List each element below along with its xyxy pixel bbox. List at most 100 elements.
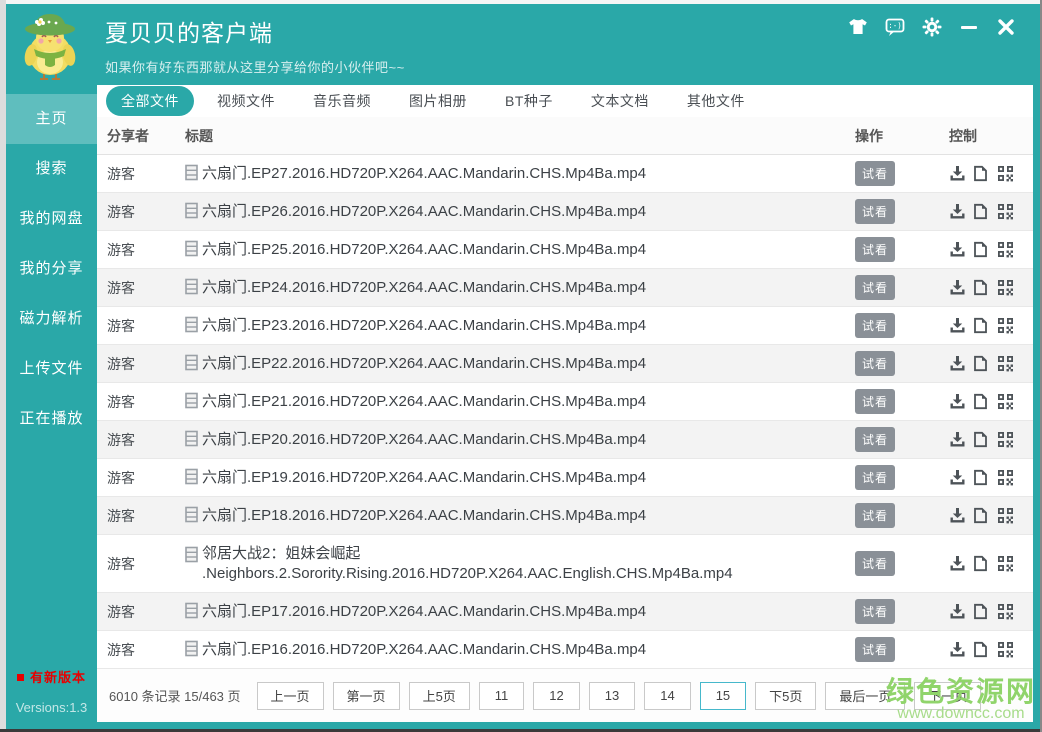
copy-icon[interactable] <box>973 641 990 658</box>
preview-button[interactable]: 试看 <box>855 599 896 624</box>
minimize-icon[interactable] <box>959 17 979 37</box>
tab-0[interactable]: 全部文件 <box>106 86 194 116</box>
download-icon[interactable] <box>949 241 966 258</box>
preview-button[interactable]: 试看 <box>855 351 896 376</box>
qrcode-icon[interactable] <box>997 603 1014 620</box>
preview-button[interactable]: 试看 <box>855 465 896 490</box>
sharer-cell: 游客 <box>107 507 135 524</box>
preview-button[interactable]: 试看 <box>855 389 896 414</box>
download-icon[interactable] <box>949 555 966 572</box>
title-cell[interactable]: 六扇门.EP27.2016.HD720P.X264.AAC.Mandarin.C… <box>185 164 837 184</box>
qrcode-icon[interactable] <box>997 317 1014 334</box>
download-icon[interactable] <box>949 641 966 658</box>
download-icon[interactable] <box>949 431 966 448</box>
sidebar-item-1[interactable]: 搜索 <box>6 144 97 194</box>
qrcode-icon[interactable] <box>997 355 1014 372</box>
title-cell[interactable]: 六扇门.EP21.2016.HD720P.X264.AAC.Mandarin.C… <box>185 392 837 412</box>
download-icon[interactable] <box>949 603 966 620</box>
download-icon[interactable] <box>949 507 966 524</box>
copy-icon[interactable] <box>973 555 990 572</box>
download-icon[interactable] <box>949 165 966 182</box>
page-button-6[interactable]: 14 <box>644 681 691 710</box>
qrcode-icon[interactable] <box>997 641 1014 658</box>
preview-button[interactable]: 试看 <box>855 237 896 262</box>
tab-3[interactable]: 图片相册 <box>394 86 482 116</box>
copy-icon[interactable] <box>973 203 990 220</box>
header-sharer: 分享者 <box>107 127 149 144</box>
download-icon[interactable] <box>949 355 966 372</box>
preview-button[interactable]: 试看 <box>855 637 896 662</box>
copy-icon[interactable] <box>973 165 990 182</box>
page-button-3[interactable]: 11 <box>478 681 525 710</box>
feedback-bubble-icon[interactable]: :-) <box>885 17 905 37</box>
title-cell[interactable]: 六扇门.EP22.2016.HD720P.X264.AAC.Mandarin.C… <box>185 354 837 374</box>
download-icon[interactable] <box>949 317 966 334</box>
qrcode-icon[interactable] <box>997 165 1014 182</box>
copy-icon[interactable] <box>973 279 990 296</box>
preview-button[interactable]: 试看 <box>855 551 896 576</box>
title-cell[interactable]: 六扇门.EP19.2016.HD720P.X264.AAC.Mandarin.C… <box>185 468 837 488</box>
tab-1[interactable]: 视频文件 <box>202 86 290 116</box>
film-file-icon <box>185 202 199 222</box>
close-icon[interactable] <box>996 17 1016 37</box>
download-icon[interactable] <box>949 279 966 296</box>
sidebar-item-5[interactable]: 上传文件 <box>6 344 97 394</box>
copy-icon[interactable] <box>973 507 990 524</box>
title-cell[interactable]: 六扇门.EP16.2016.HD720P.X264.AAC.Mandarin.C… <box>185 640 837 660</box>
page-button-5[interactable]: 13 <box>588 681 636 710</box>
qrcode-icon[interactable] <box>997 555 1014 572</box>
title-cell[interactable]: 六扇门.EP20.2016.HD720P.X264.AAC.Mandarin.C… <box>185 430 837 450</box>
sidebar-item-3[interactable]: 我的分享 <box>6 244 97 294</box>
preview-button[interactable]: 试看 <box>855 161 896 186</box>
preview-button[interactable]: 试看 <box>855 275 896 300</box>
title-cell[interactable]: 六扇门.EP26.2016.HD720P.X264.AAC.Mandarin.C… <box>185 202 837 222</box>
preview-button[interactable]: 试看 <box>855 503 896 528</box>
preview-button[interactable]: 试看 <box>855 313 896 338</box>
qrcode-icon[interactable] <box>997 241 1014 258</box>
copy-icon[interactable] <box>973 469 990 486</box>
sidebar-item-6[interactable]: 正在播放 <box>6 394 97 444</box>
title-cell[interactable]: 邻居大战2：姐妹会崛起 .Neighbors.2.Sorority.Rising.… <box>185 544 837 584</box>
page-button-2[interactable]: 上5页 <box>408 681 470 710</box>
sidebar-item-2[interactable]: 我的网盘 <box>6 194 97 244</box>
title-cell[interactable]: 六扇门.EP24.2016.HD720P.X264.AAC.Mandarin.C… <box>185 278 837 298</box>
title-cell[interactable]: 六扇门.EP25.2016.HD720P.X264.AAC.Mandarin.C… <box>185 240 837 260</box>
page-button-0[interactable]: 上一页 <box>256 681 324 710</box>
settings-gear-icon[interactable] <box>922 17 942 37</box>
qrcode-icon[interactable] <box>997 393 1014 410</box>
qrcode-icon[interactable] <box>997 203 1014 220</box>
page-button-7[interactable]: 15 <box>699 681 747 710</box>
copy-icon[interactable] <box>973 355 990 372</box>
page-button-4[interactable]: 12 <box>533 681 580 710</box>
app-logo-chick-icon <box>18 9 82 81</box>
sidebar-item-0[interactable]: 主页 <box>6 94 97 144</box>
copy-icon[interactable] <box>973 241 990 258</box>
copy-icon[interactable] <box>973 431 990 448</box>
download-icon[interactable] <box>949 393 966 410</box>
tab-5[interactable]: 文本文档 <box>576 86 664 116</box>
tab-4[interactable]: BT种子 <box>490 86 568 116</box>
qrcode-icon[interactable] <box>997 431 1014 448</box>
title-cell[interactable]: 六扇门.EP18.2016.HD720P.X264.AAC.Mandarin.C… <box>185 506 837 526</box>
table-row: 游客 六扇门.EP22.2016.HD720P.X264.AAC.Mandari… <box>97 345 1033 383</box>
qrcode-icon[interactable] <box>997 507 1014 524</box>
tab-2[interactable]: 音乐音频 <box>298 86 386 116</box>
page-button-1[interactable]: 第一页 <box>332 681 400 710</box>
update-notice[interactable]: 有新版本 <box>6 667 97 686</box>
preview-button[interactable]: 试看 <box>855 427 896 452</box>
page-button-8[interactable]: 下5页 <box>755 681 817 710</box>
preview-button[interactable]: 试看 <box>855 199 896 224</box>
copy-icon[interactable] <box>973 603 990 620</box>
sharer-cell: 游客 <box>107 241 135 258</box>
skin-tshirt-icon[interactable] <box>848 17 868 37</box>
title-cell[interactable]: 六扇门.EP23.2016.HD720P.X264.AAC.Mandarin.C… <box>185 316 837 336</box>
download-icon[interactable] <box>949 203 966 220</box>
title-cell[interactable]: 六扇门.EP17.2016.HD720P.X264.AAC.Mandarin.C… <box>185 602 837 622</box>
copy-icon[interactable] <box>973 317 990 334</box>
copy-icon[interactable] <box>973 393 990 410</box>
qrcode-icon[interactable] <box>997 279 1014 296</box>
qrcode-icon[interactable] <box>997 469 1014 486</box>
download-icon[interactable] <box>949 469 966 486</box>
tab-6[interactable]: 其他文件 <box>672 86 760 116</box>
sidebar-item-4[interactable]: 磁力解析 <box>6 294 97 344</box>
